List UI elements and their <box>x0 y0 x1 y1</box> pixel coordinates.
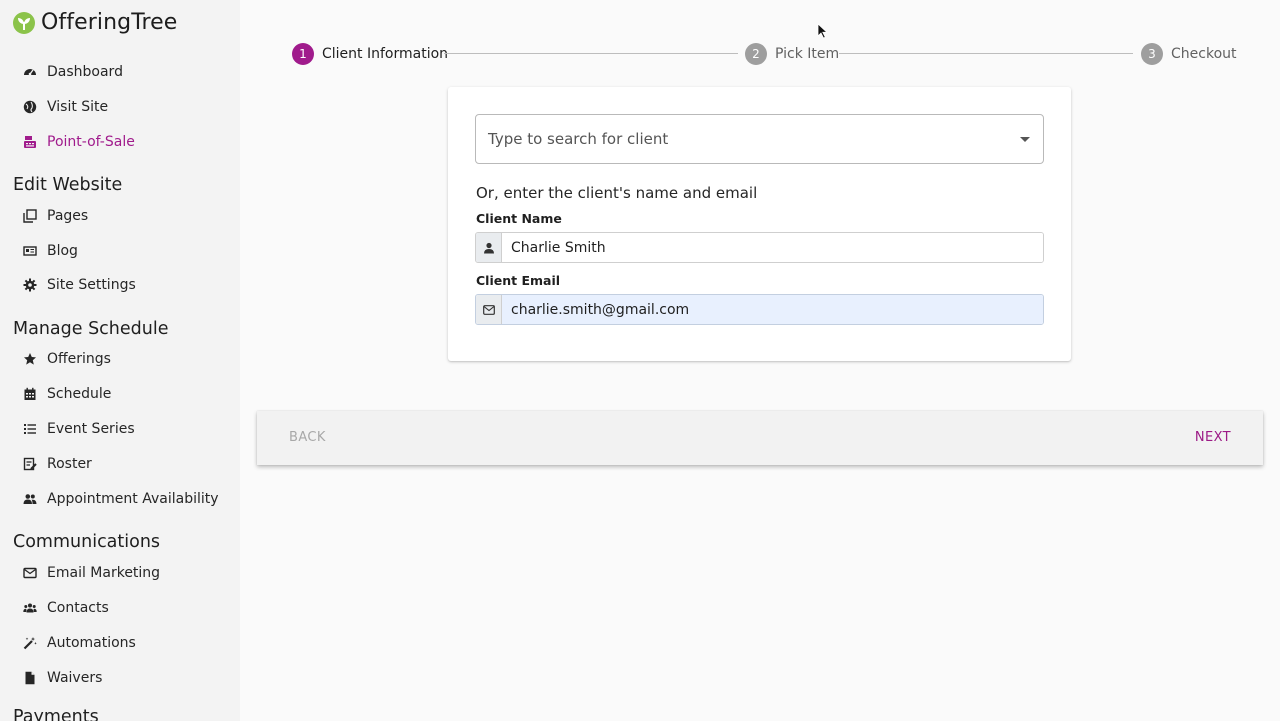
sidebar-item-label: Automations <box>47 635 136 651</box>
sidebar-item-contacts[interactable]: Contacts <box>0 593 240 623</box>
roster-icon <box>23 457 37 471</box>
sidebar-item-event-series[interactable]: Event Series <box>0 414 240 444</box>
contacts-icon <box>23 601 37 615</box>
sidebar-item-label: Email Marketing <box>47 565 161 581</box>
sidebar-item-label: Waivers <box>47 670 103 686</box>
sidebar-item-site-settings[interactable]: Site Settings <box>0 270 240 300</box>
calendar-icon <box>23 387 37 401</box>
sidebar-item-label: Offerings <box>47 351 111 367</box>
cash-register-icon <box>23 135 37 149</box>
sidebar-item-label: Dashboard <box>47 64 123 80</box>
sidebar-item-label: Schedule <box>47 386 112 402</box>
sidebar: OfferingTree Dashboard Visit Site Point-… <box>0 0 240 721</box>
next-button[interactable]: NEXT <box>1195 430 1231 445</box>
sidebar-item-label: Visit Site <box>47 99 109 115</box>
sidebar-item-label: Point-of-Sale <box>47 134 135 150</box>
manual-entry-hint: Or, enter the client's name and email <box>476 184 758 202</box>
step-connector <box>444 53 738 54</box>
step-label: Checkout <box>1171 46 1237 62</box>
sidebar-item-label: Blog <box>47 243 78 259</box>
globe-icon <box>23 100 37 114</box>
client-name-label: Client Name <box>476 211 562 226</box>
client-name-field[interactable]: Charlie Smith <box>475 232 1044 263</box>
section-heading-communications: Communications <box>13 532 161 552</box>
sidebar-item-appointment-availability[interactable]: Appointment Availability <box>0 484 240 514</box>
magic-wand-icon <box>23 636 37 650</box>
sidebar-item-automations[interactable]: Automations <box>0 628 240 658</box>
file-icon <box>23 671 37 685</box>
gear-icon <box>23 278 37 292</box>
logo[interactable]: OfferingTree <box>13 10 177 35</box>
wizard-action-bar: BACK NEXT <box>257 411 1263 465</box>
dropdown-caret-icon[interactable] <box>1020 137 1030 142</box>
sidebar-item-offerings[interactable]: Offerings <box>0 344 240 374</box>
list-icon <box>23 422 37 436</box>
client-email-input[interactable]: charlie.smith@gmail.com <box>502 295 1043 324</box>
step-label: Client Information <box>322 46 449 62</box>
client-email-field[interactable]: charlie.smith@gmail.com <box>475 294 1044 325</box>
client-search-placeholder: Type to search for client <box>488 130 669 148</box>
step-connector <box>839 53 1133 54</box>
client-search-select[interactable]: Type to search for client <box>475 114 1044 164</box>
step-pick-item: 2 Pick Item <box>745 42 839 66</box>
step-label: Pick Item <box>775 46 840 62</box>
dashboard-icon <box>23 65 37 79</box>
sidebar-item-label: Site Settings <box>47 277 136 293</box>
client-name-input[interactable]: Charlie Smith <box>502 233 1043 262</box>
sidebar-item-pages[interactable]: Pages <box>0 201 240 231</box>
sidebar-item-dashboard[interactable]: Dashboard <box>0 57 240 87</box>
sidebar-item-blog[interactable]: Blog <box>0 236 240 266</box>
people-icon <box>23 492 37 506</box>
sidebar-item-waivers[interactable]: Waivers <box>0 663 240 693</box>
pages-icon <box>23 209 37 223</box>
sidebar-item-schedule[interactable]: Schedule <box>0 379 240 409</box>
user-icon <box>476 233 502 262</box>
sidebar-item-label: Appointment Availability <box>47 491 219 507</box>
client-form-card: Type to search for client Or, enter the … <box>448 87 1071 361</box>
step-number: 3 <box>1141 43 1163 65</box>
client-email-label: Client Email <box>476 273 561 288</box>
step-checkout: 3 Checkout <box>1141 42 1237 66</box>
newspaper-icon <box>23 244 37 258</box>
sidebar-item-email-marketing[interactable]: Email Marketing <box>0 558 240 588</box>
sidebar-item-label: Event Series <box>47 421 135 437</box>
sidebar-item-point-of-sale[interactable]: Point-of-Sale <box>0 127 240 157</box>
logo-leaf-icon <box>13 11 35 34</box>
step-number: 1 <box>292 43 314 65</box>
sidebar-item-label: Contacts <box>47 600 109 616</box>
star-icon <box>23 352 37 366</box>
envelope-icon <box>23 566 37 580</box>
back-button[interactable]: BACK <box>289 430 326 445</box>
app-name: OfferingTree <box>41 10 178 35</box>
section-heading-edit-website: Edit Website <box>13 175 123 195</box>
sidebar-item-roster[interactable]: Roster <box>0 449 240 479</box>
sidebar-item-label: Pages <box>47 208 89 224</box>
envelope-icon <box>476 295 502 324</box>
section-heading-payments: Payments <box>13 707 99 721</box>
step-client-information: 1 Client Information <box>292 42 448 66</box>
sidebar-item-label: Roster <box>47 456 92 472</box>
mouse-cursor-icon <box>817 23 829 39</box>
step-number: 2 <box>745 43 767 65</box>
section-heading-manage-schedule: Manage Schedule <box>13 319 169 339</box>
sidebar-item-visit-site[interactable]: Visit Site <box>0 92 240 122</box>
